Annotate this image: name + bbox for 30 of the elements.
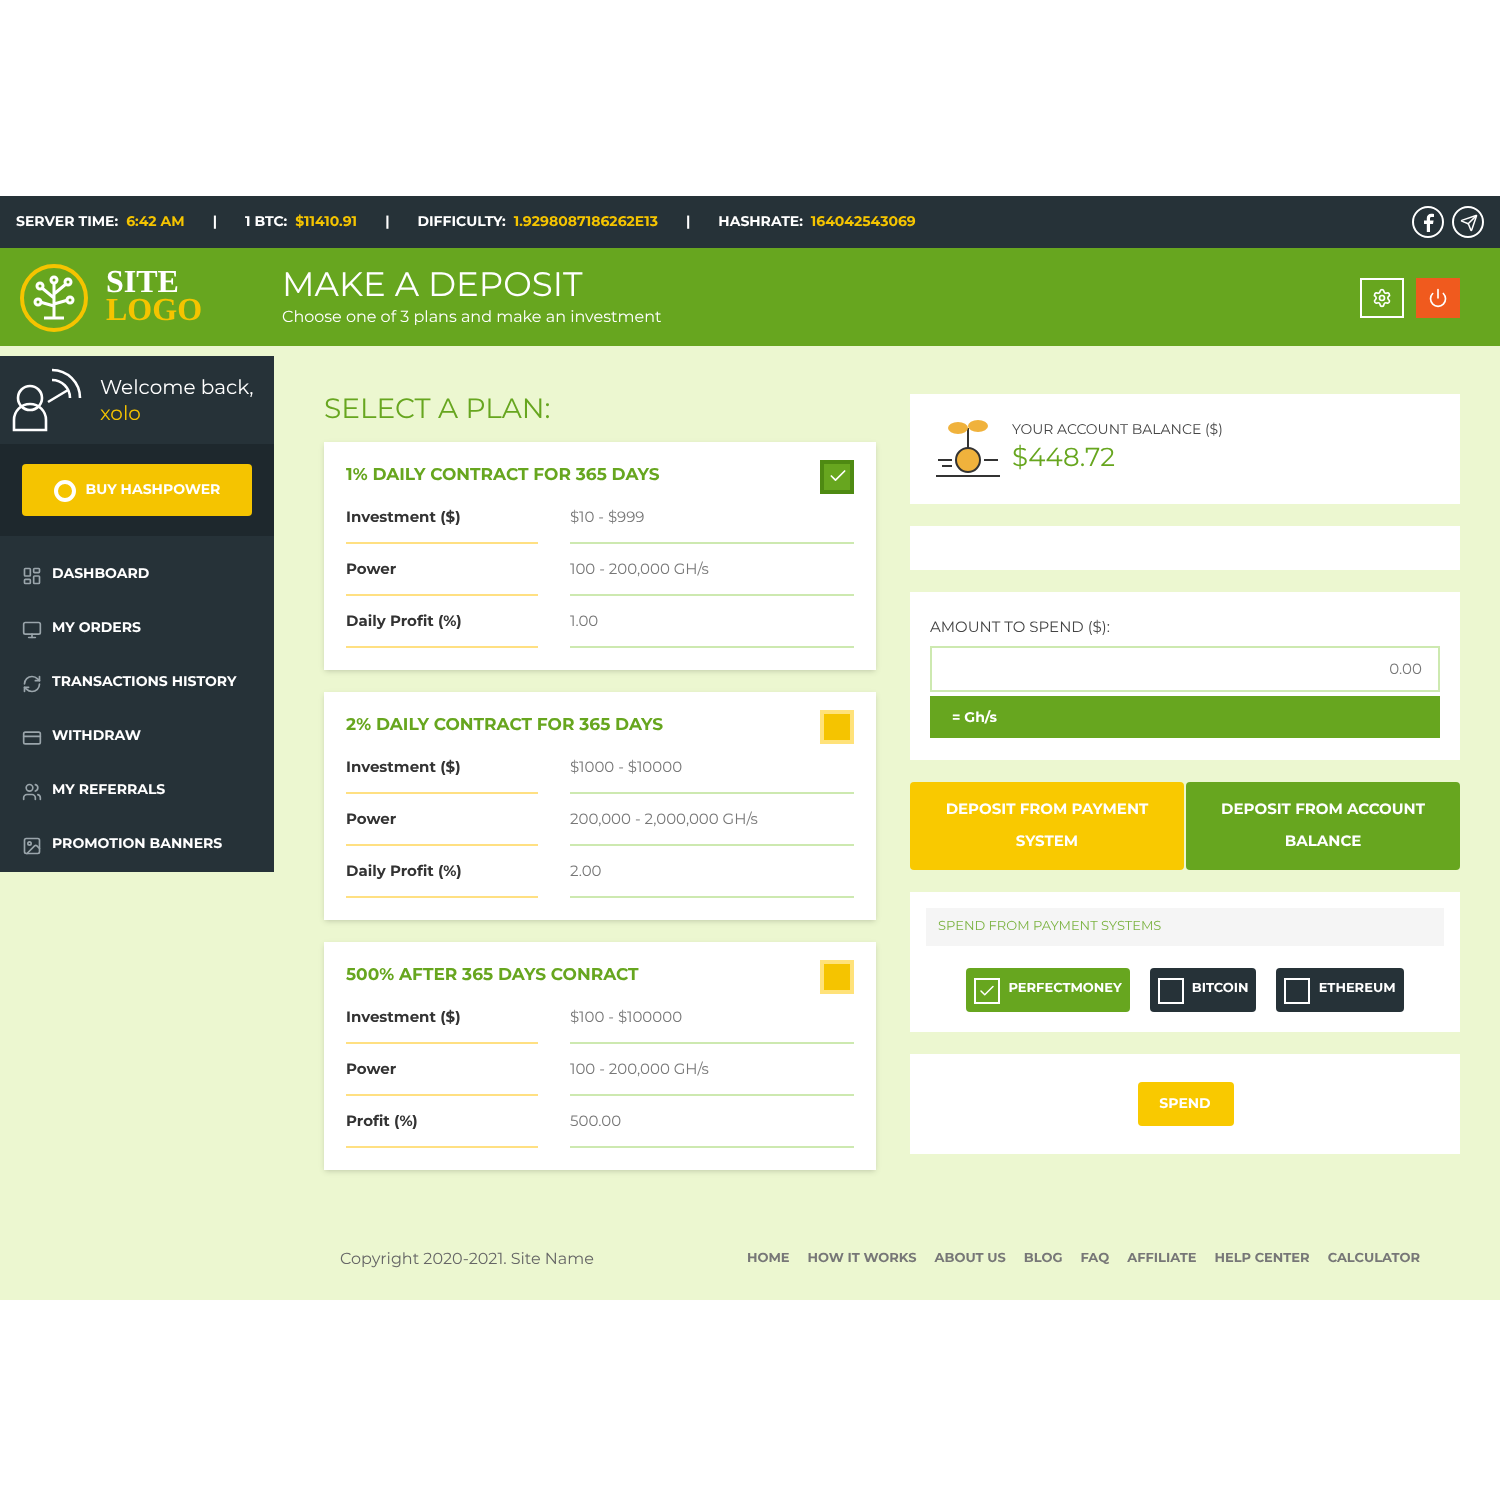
settings-button[interactable] bbox=[1360, 277, 1404, 317]
tree-logo-icon bbox=[18, 261, 90, 333]
refresh-icon bbox=[22, 673, 42, 693]
copyright-text: Copyright 2020-2021. Site Name bbox=[340, 1248, 594, 1272]
plan-title: 1% DAILY CONTRACT FOR 365 DAYS bbox=[346, 463, 660, 489]
settings-icon bbox=[1372, 287, 1392, 307]
card-icon bbox=[22, 727, 42, 747]
welcome-text: Welcome back, bbox=[100, 374, 254, 401]
plan-title: 500% AFTER 365 DAYS CONRACT bbox=[346, 963, 639, 989]
power-icon bbox=[1428, 287, 1448, 307]
monitor-icon bbox=[22, 619, 42, 639]
facebook-icon[interactable] bbox=[1412, 206, 1444, 238]
username: xolo bbox=[100, 400, 143, 427]
users-icon bbox=[22, 781, 42, 801]
coin-plant-icon bbox=[934, 415, 1002, 483]
image-icon bbox=[22, 835, 42, 855]
plan-checkbox[interactable] bbox=[820, 459, 854, 493]
power-button[interactable] bbox=[1416, 277, 1460, 317]
check-icon bbox=[827, 466, 847, 486]
plan-title: 2% DAILY CONTRACT FOR 365 DAYS bbox=[346, 713, 664, 739]
balance-amount: $448.72 bbox=[1012, 440, 1118, 478]
section-heading: SELECT A PLAN: bbox=[324, 390, 553, 426]
logo-text: LOGO bbox=[106, 297, 203, 325]
logo-text: SITE bbox=[106, 269, 179, 297]
send-icon[interactable] bbox=[1452, 206, 1484, 238]
dashboard-icon bbox=[22, 565, 42, 585]
page-title: MAKE A DEPOSIT bbox=[282, 265, 585, 305]
checkbox bbox=[1157, 977, 1184, 1004]
checkbox bbox=[1284, 977, 1311, 1004]
page-subtitle: Choose one of 3 plans and make an investment bbox=[282, 305, 662, 329]
